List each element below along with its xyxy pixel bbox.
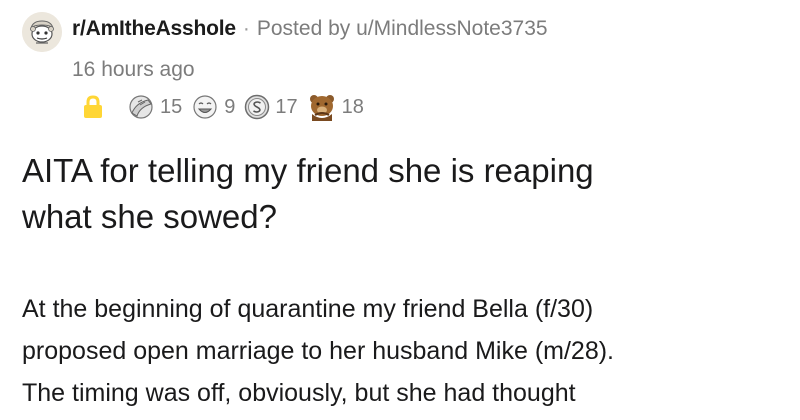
post-timestamp[interactable]: 16 hours ago [72,58,195,82]
award-bear[interactable]: 18 [306,92,364,122]
subreddit-link[interactable]: r/AmItheAsshole [72,17,236,41]
meta-separator: · [242,17,250,40]
post-meta: r/AmItheAsshole · Posted by u/MindlessNo… [72,14,548,44]
reddit-post: r/AmItheAsshole · Posted by u/MindlessNo… [0,0,800,420]
snoo-judge-icon [22,12,62,52]
post-title-line: what she sowed? [22,198,277,235]
post-body-line: At the beginning of quarantine my friend… [22,295,594,323]
award-count: 15 [160,95,183,118]
award-facepalm[interactable]: 15 [126,93,182,121]
post-body-line: The timing was off, obviously, but she h… [22,379,576,407]
silver-coin-award-icon [245,94,270,120]
award-count: 18 [341,95,364,118]
award-laughing[interactable]: 9 [190,93,235,121]
post-body-line: proposed open marriage to her husband Mi… [22,337,614,365]
award-count: 17 [275,95,298,118]
laughing-face-award-icon [193,95,217,119]
post-title[interactable]: AITA for telling my friend she is reapin… [22,148,792,240]
post-title-line: AITA for telling my friend she is reapin… [22,152,594,189]
bear-award-icon [309,95,334,121]
awards-row: 15 9 17 18 [82,92,372,122]
post-body: At the beginning of quarantine my friend… [22,288,792,414]
lock-icon [82,95,104,119]
posted-by-link[interactable]: Posted by u/MindlessNote3735 [257,17,548,41]
subreddit-icon[interactable] [22,12,62,52]
award-count: 9 [224,95,236,118]
award-silver[interactable]: 17 [243,93,298,121]
facepalm-award-icon [129,95,153,119]
